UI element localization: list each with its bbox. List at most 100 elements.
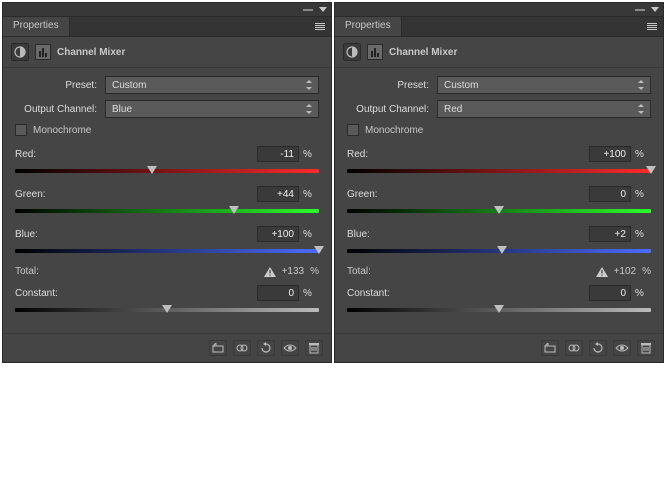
monochrome-checkbox[interactable] xyxy=(347,124,359,136)
total-label: Total: xyxy=(15,266,39,277)
green-value-input[interactable]: 0 xyxy=(589,186,631,202)
red-value-input[interactable]: +100 xyxy=(589,146,631,162)
panel-footer xyxy=(3,333,331,362)
slider-thumb[interactable] xyxy=(497,246,507,254)
percent-label: % xyxy=(303,189,319,200)
output-channel-label: Output Channel: xyxy=(347,104,437,115)
visibility-button[interactable] xyxy=(613,340,631,356)
constant-slider[interactable] xyxy=(347,305,651,315)
clip-to-layer-button[interactable] xyxy=(541,340,559,356)
warning-icon xyxy=(596,267,608,277)
green-slider[interactable] xyxy=(15,206,319,216)
preset-value: Custom xyxy=(112,80,146,91)
preset-label: Preset: xyxy=(15,80,105,91)
preset-label: Preset: xyxy=(347,80,437,91)
minimize-icon[interactable] xyxy=(303,9,313,11)
delete-button[interactable] xyxy=(305,340,323,356)
reset-button[interactable] xyxy=(257,340,275,356)
constant-label: Constant: xyxy=(347,288,390,299)
monochrome-label: Monochrome xyxy=(365,125,423,136)
slider-thumb[interactable] xyxy=(147,166,157,174)
red-value-input[interactable]: -11 xyxy=(257,146,299,162)
slider-thumb[interactable] xyxy=(229,206,239,214)
blue-value-input[interactable]: +2 xyxy=(589,226,631,242)
preset-value: Custom xyxy=(444,80,478,91)
preset-select[interactable]: Custom xyxy=(105,76,319,94)
constant-slider[interactable] xyxy=(15,305,319,315)
slider-thumb[interactable] xyxy=(494,206,504,214)
panel-body: Preset: Custom Output Channel: Red Monoc… xyxy=(335,68,663,333)
red-slider[interactable] xyxy=(15,166,319,176)
hamburger-icon xyxy=(315,23,325,30)
monochrome-label: Monochrome xyxy=(33,125,91,136)
red-label: Red: xyxy=(347,149,368,160)
constant-label: Constant: xyxy=(15,288,58,299)
tab-properties[interactable]: Properties xyxy=(3,17,70,36)
output-channel-label: Output Channel: xyxy=(15,104,105,115)
slider-thumb[interactable] xyxy=(314,246,324,254)
channel-mixer-icon xyxy=(367,44,383,60)
workspace: Properties Channel Mixer Preset: Custom … xyxy=(0,0,672,365)
output-channel-value: Blue xyxy=(112,104,132,115)
collapse-icon[interactable] xyxy=(319,7,327,12)
adjustment-layer-icon xyxy=(343,43,361,61)
panel-title: Channel Mixer xyxy=(57,47,125,58)
constant-value-input[interactable]: 0 xyxy=(589,285,631,301)
panel-menu[interactable] xyxy=(309,17,331,36)
panel-top-controls xyxy=(3,3,331,17)
panel-body: Preset: Custom Output Channel: Blue Mono… xyxy=(3,68,331,333)
output-channel-select[interactable]: Red xyxy=(437,100,651,118)
panel-title: Channel Mixer xyxy=(389,47,457,58)
green-label: Green: xyxy=(347,189,378,200)
reset-button[interactable] xyxy=(589,340,607,356)
percent-label: % xyxy=(303,229,319,240)
panel-header: Channel Mixer xyxy=(335,37,663,68)
output-channel-select[interactable]: Blue xyxy=(105,100,319,118)
collapse-icon[interactable] xyxy=(651,7,659,12)
constant-value-input[interactable]: 0 xyxy=(257,285,299,301)
output-channel-value: Red xyxy=(444,104,462,115)
panel-header: Channel Mixer xyxy=(3,37,331,68)
clip-to-layer-button[interactable] xyxy=(209,340,227,356)
total-value: +133 xyxy=(282,266,305,277)
red-label: Red: xyxy=(15,149,36,160)
total-value: +102 xyxy=(614,266,637,277)
tab-properties[interactable]: Properties xyxy=(335,17,402,36)
percent-label: % xyxy=(635,229,651,240)
green-label: Green: xyxy=(15,189,46,200)
panel-footer xyxy=(335,333,663,362)
percent-label: % xyxy=(635,189,651,200)
slider-thumb[interactable] xyxy=(646,166,656,174)
minimize-icon[interactable] xyxy=(635,9,645,11)
blue-slider[interactable] xyxy=(15,246,319,256)
panel-menu[interactable] xyxy=(641,17,663,36)
green-value-input[interactable]: +44 xyxy=(257,186,299,202)
blue-value-input[interactable]: +100 xyxy=(257,226,299,242)
red-slider[interactable] xyxy=(347,166,651,176)
percent-label: % xyxy=(635,149,651,160)
delete-button[interactable] xyxy=(637,340,655,356)
tab-bar: Properties xyxy=(3,17,331,37)
blue-label: Blue: xyxy=(347,229,370,240)
view-previous-button[interactable] xyxy=(233,340,251,356)
panel-left: Properties Channel Mixer Preset: Custom … xyxy=(2,2,332,363)
total-label: Total: xyxy=(347,266,371,277)
percent-label: % xyxy=(303,288,319,299)
channel-mixer-icon xyxy=(35,44,51,60)
percent-label: % xyxy=(642,266,651,277)
hamburger-icon xyxy=(647,23,657,30)
view-previous-button[interactable] xyxy=(565,340,583,356)
percent-label: % xyxy=(310,266,319,277)
green-slider[interactable] xyxy=(347,206,651,216)
percent-label: % xyxy=(303,149,319,160)
slider-thumb[interactable] xyxy=(494,305,504,313)
preset-select[interactable]: Custom xyxy=(437,76,651,94)
percent-label: % xyxy=(635,288,651,299)
blue-label: Blue: xyxy=(15,229,38,240)
visibility-button[interactable] xyxy=(281,340,299,356)
warning-icon xyxy=(264,267,276,277)
monochrome-checkbox[interactable] xyxy=(15,124,27,136)
slider-thumb[interactable] xyxy=(162,305,172,313)
blue-slider[interactable] xyxy=(347,246,651,256)
tab-bar: Properties xyxy=(335,17,663,37)
